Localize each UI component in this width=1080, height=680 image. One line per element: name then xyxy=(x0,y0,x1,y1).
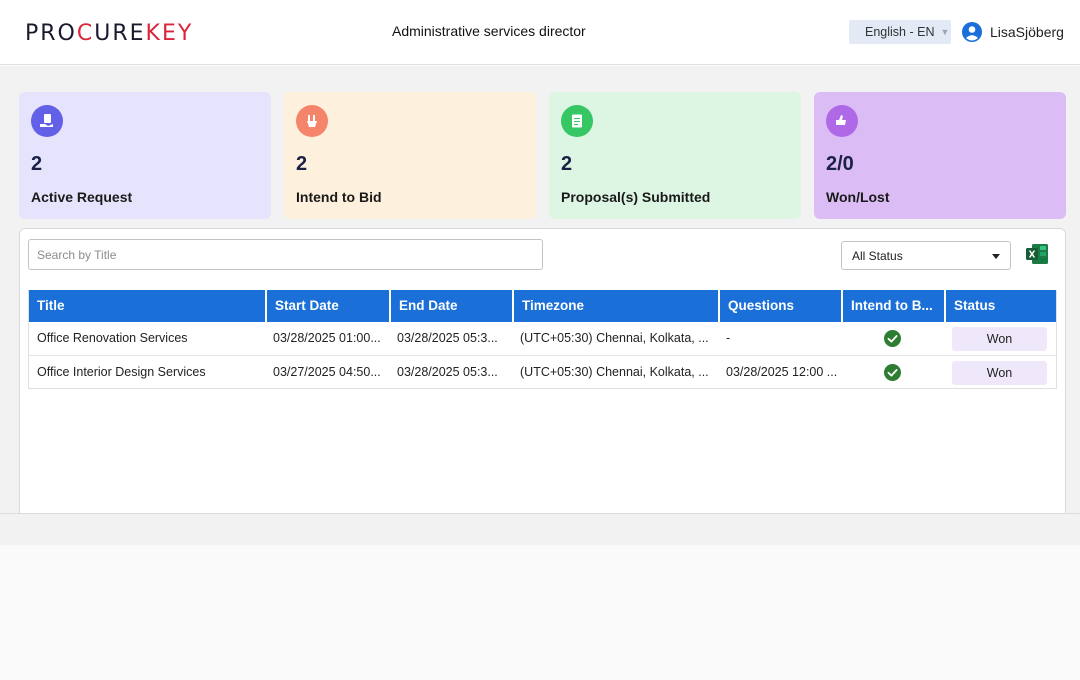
column-header-title[interactable]: Title xyxy=(29,290,265,322)
column-header-start-date[interactable]: Start Date xyxy=(265,290,389,322)
column-header-questions[interactable]: Questions xyxy=(718,290,841,322)
card-label: Won/Lost xyxy=(826,189,890,205)
cell-start-date: 03/27/2025 04:50... xyxy=(273,365,381,379)
check-circle-icon xyxy=(884,364,901,381)
card-label: Intend to Bid xyxy=(296,189,382,205)
column-header-timezone[interactable]: Timezone xyxy=(512,290,718,322)
status-badge: Won xyxy=(952,361,1047,385)
logo-part-4: KEY xyxy=(145,21,194,46)
cell-timezone: (UTC+05:30) Chennai, Kolkata, ... xyxy=(520,331,709,345)
card-label: Active Request xyxy=(31,189,133,205)
user-name[interactable]: LisaSjöberg xyxy=(990,24,1064,40)
card-value: 2 xyxy=(296,153,308,175)
table-row[interactable]: Office Renovation Services 03/28/2025 01… xyxy=(29,322,1056,355)
column-header-end-date[interactable]: End Date xyxy=(389,290,512,322)
language-selector[interactable]: English - EN ▼ xyxy=(849,20,951,44)
cell-questions: 03/28/2025 12:00 ... xyxy=(726,365,838,379)
card-active-request[interactable]: 2 Active Request xyxy=(19,92,271,219)
language-label: English - EN xyxy=(865,25,935,39)
requests-table: Title Start Date End Date Timezone Quest… xyxy=(28,290,1057,389)
cell-title: Office Renovation Services xyxy=(37,331,188,345)
footer-strip xyxy=(0,513,1080,545)
card-won-lost[interactable]: 2/0 Won/Lost xyxy=(814,92,1066,219)
card-label: Proposal(s) Submitted xyxy=(561,189,711,205)
search-placeholder: Search by Title xyxy=(37,247,117,262)
cell-timezone: (UTC+05:30) Chennai, Kolkata, ... xyxy=(520,365,709,379)
chevron-down-icon xyxy=(992,254,1000,259)
table-row[interactable]: Office Interior Design Services 03/27/20… xyxy=(29,355,1056,388)
search-input[interactable]: Search by Title xyxy=(28,239,543,270)
status-filter-select[interactable]: All Status xyxy=(841,241,1011,270)
card-proposals-submitted[interactable]: 2 Proposal(s) Submitted xyxy=(549,92,801,219)
cell-end-date: 03/28/2025 05:3... xyxy=(397,331,498,345)
procurekey-logo[interactable]: PROCUREKEY xyxy=(25,21,193,46)
card-intend-to-bid[interactable]: 2 Intend to Bid xyxy=(284,92,536,219)
cell-questions: - xyxy=(726,331,731,345)
column-header-intend-to-bid[interactable]: Intend to B... xyxy=(841,290,944,322)
logo-part-1: PRO xyxy=(25,21,77,46)
card-value: 2 xyxy=(561,153,573,175)
card-value: 2 xyxy=(31,153,43,175)
top-header: PROCUREKEY Administrative services direc… xyxy=(0,0,1080,65)
check-circle-icon xyxy=(884,330,901,347)
thumbs-icon xyxy=(826,105,858,137)
hand-bid-icon xyxy=(296,105,328,137)
role-title: Administrative services director xyxy=(392,23,586,39)
table-header: Title Start Date End Date Timezone Quest… xyxy=(29,290,1056,322)
cell-title: Office Interior Design Services xyxy=(37,365,206,379)
logo-part-3: URE xyxy=(94,21,146,46)
status-filter-value: All Status xyxy=(852,248,903,263)
user-avatar-icon[interactable] xyxy=(962,22,982,42)
excel-export-icon[interactable] xyxy=(1025,243,1049,265)
card-value: 2/0 xyxy=(826,153,854,175)
hand-document-icon xyxy=(31,105,63,137)
column-header-status[interactable]: Status xyxy=(944,290,1056,322)
document-icon xyxy=(561,105,593,137)
logo-part-2: C xyxy=(76,21,95,46)
cell-start-date: 03/28/2025 01:00... xyxy=(273,331,381,345)
status-badge: Won xyxy=(952,327,1047,351)
chevron-down-icon: ▼ xyxy=(940,27,950,37)
cell-end-date: 03/28/2025 05:3... xyxy=(397,365,498,379)
